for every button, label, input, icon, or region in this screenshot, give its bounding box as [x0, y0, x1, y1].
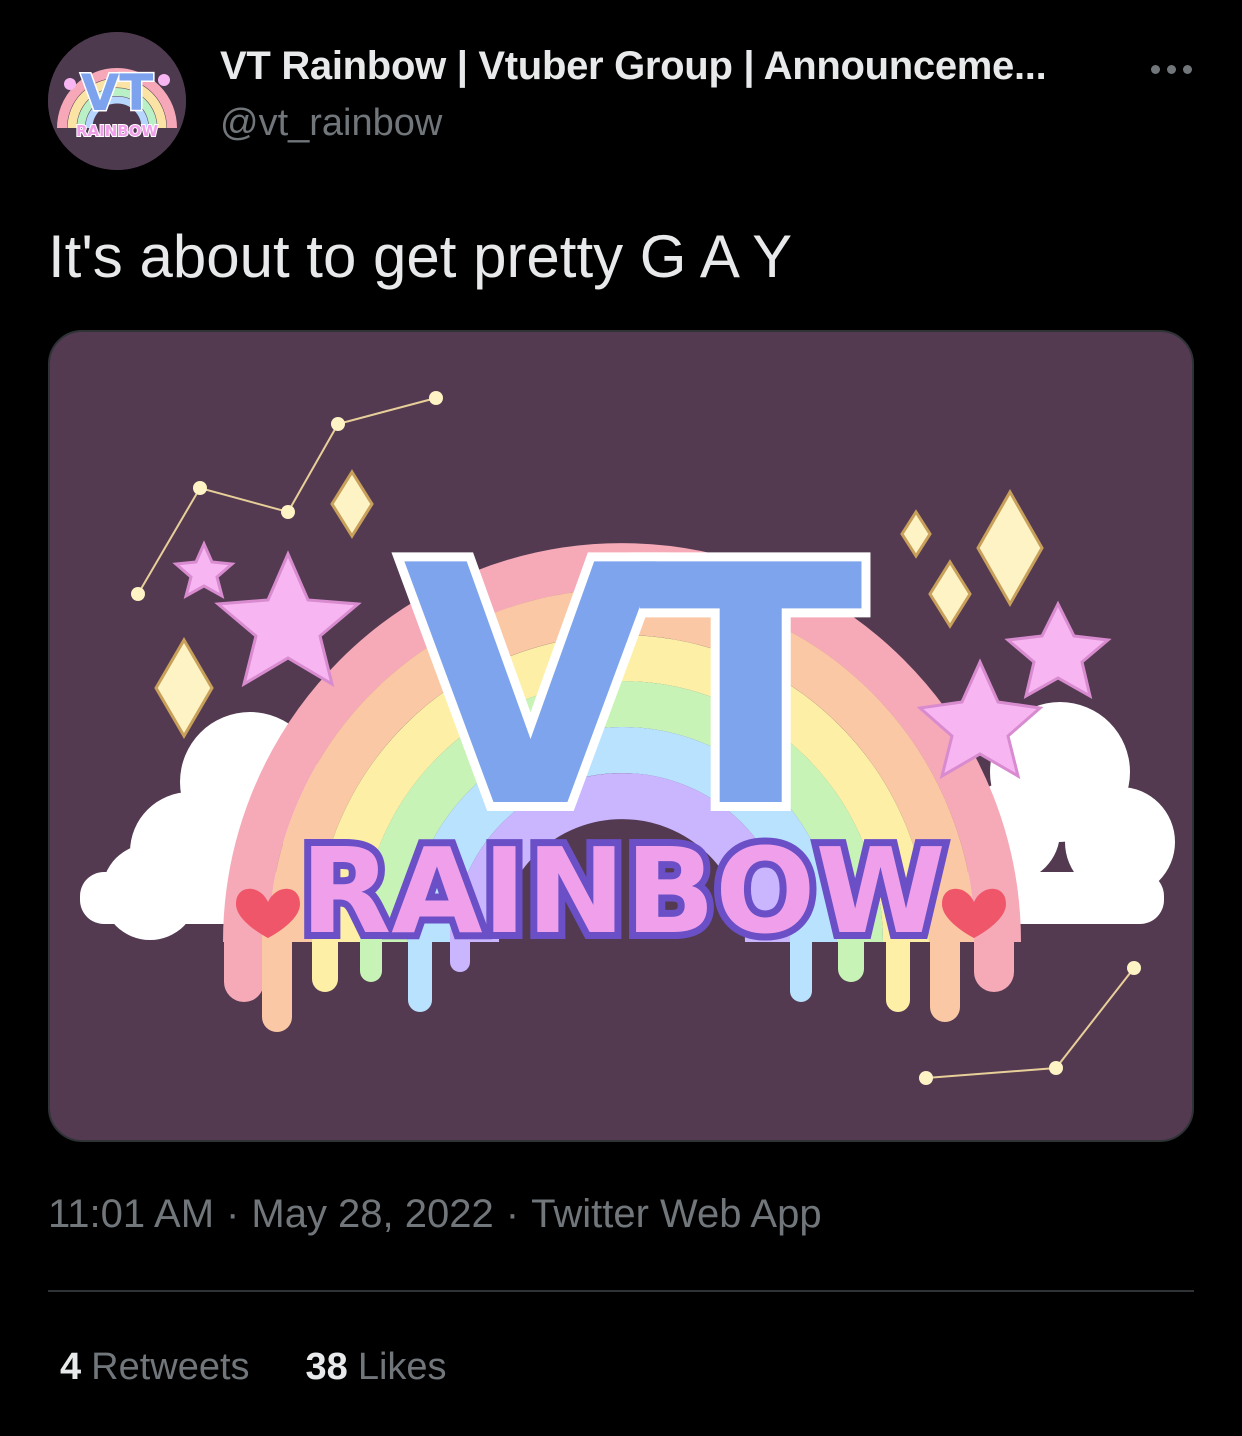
logo-rainbow-text: RAINBOW	[300, 822, 945, 960]
tweet-time[interactable]: 11:01 AM	[48, 1192, 214, 1236]
tweet-meta: 11:01 AM · May 28, 2022 · Twitter Web App	[48, 1192, 822, 1237]
likes-count: 38	[305, 1346, 348, 1388]
more-options-icon	[1182, 64, 1192, 74]
avatar-logo-rainbow: RAINBOW	[76, 122, 158, 140]
more-options-icon	[1166, 64, 1176, 74]
author-handle[interactable]: @vt_rainbow	[220, 102, 442, 145]
retweets-label: Retweets	[91, 1346, 250, 1388]
meta-separator: ·	[226, 1192, 240, 1236]
more-options-button[interactable]	[1142, 52, 1200, 86]
likes-label: Likes	[357, 1346, 447, 1388]
tweet-media-image[interactable]: VT RAINBOW	[48, 330, 1194, 1142]
vt-rainbow-logo-illustration: VT RAINBOW	[80, 391, 1175, 1085]
meta-separator: ·	[505, 1192, 520, 1236]
tweet-text: It's about to get pretty G A Y	[48, 223, 793, 290]
tweet-date[interactable]: May 28, 2022	[251, 1192, 493, 1236]
likes-stat[interactable]: 38 Likes	[306, 1346, 447, 1389]
author-display-name[interactable]: VT Rainbow | Vtuber Group | Announceme..…	[220, 44, 1047, 89]
more-options-icon	[1150, 64, 1160, 74]
avatar-logo-image: VT RAINBOW	[48, 32, 186, 170]
tweet-stats: 4 Retweets 38 Likes	[60, 1346, 447, 1389]
retweets-stat[interactable]: 4 Retweets	[60, 1346, 250, 1389]
author-avatar[interactable]: VT RAINBOW	[48, 32, 186, 170]
avatar-logo-vt: VT	[81, 64, 154, 122]
retweets-count: 4	[60, 1346, 82, 1388]
tweet-source-link[interactable]: Twitter Web App	[531, 1192, 822, 1236]
stats-divider	[48, 1290, 1194, 1292]
